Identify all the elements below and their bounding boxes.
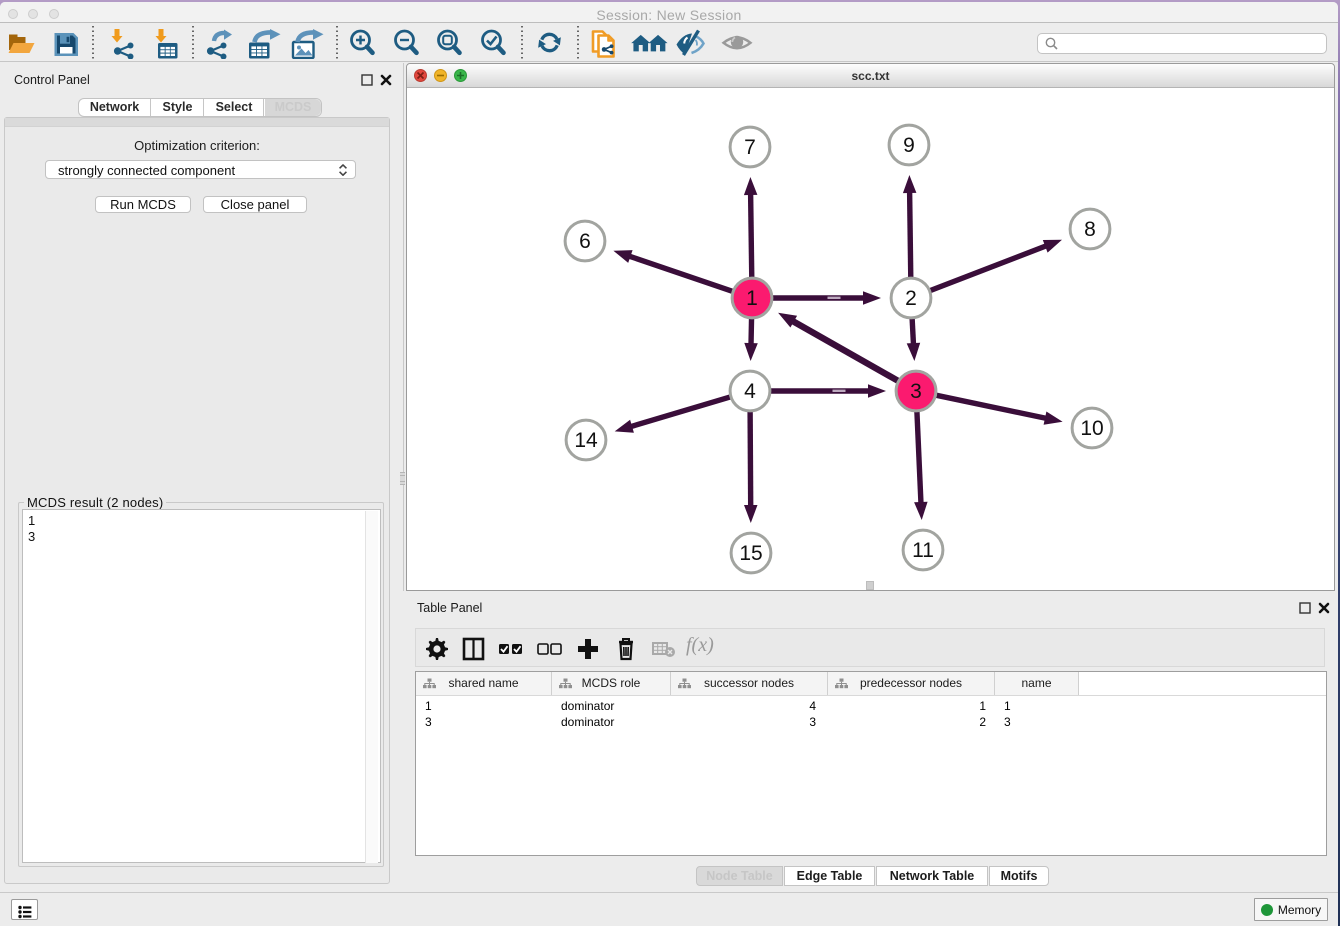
svg-text:9: 9 — [903, 134, 915, 157]
svg-text:14: 14 — [574, 429, 598, 452]
svg-text:6: 6 — [579, 230, 591, 253]
svg-text:7: 7 — [744, 136, 756, 159]
svg-text:11: 11 — [912, 539, 934, 562]
svg-text:1: 1 — [746, 287, 758, 310]
svg-text:3: 3 — [910, 380, 922, 403]
svg-text:4: 4 — [744, 380, 756, 403]
svg-text:15: 15 — [739, 542, 762, 565]
svg-text:2: 2 — [905, 287, 917, 310]
svg-text:10: 10 — [1080, 417, 1103, 440]
svg-text:8: 8 — [1084, 218, 1096, 241]
